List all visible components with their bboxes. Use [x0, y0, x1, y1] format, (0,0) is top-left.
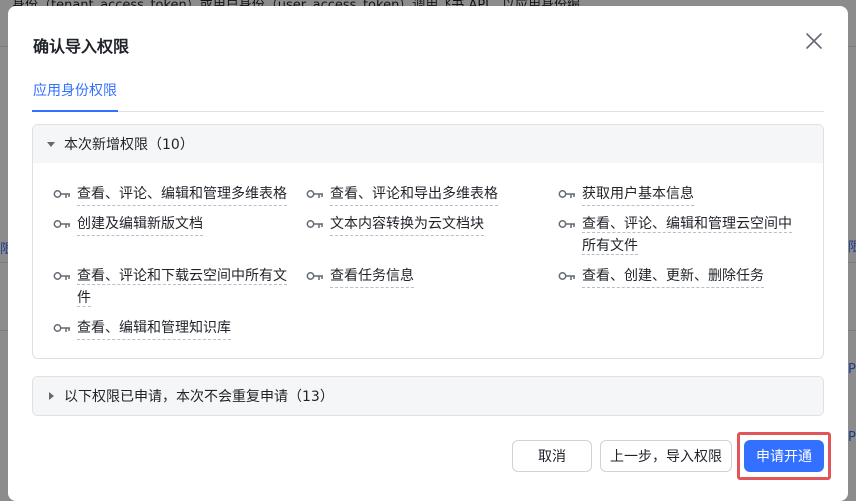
applied-permissions-header[interactable]: 以下权限已申请，本次不会重复申请（13） [33, 377, 823, 415]
permission-label: 获取用户基本信息 [582, 183, 694, 206]
permission-label: 创建及编辑新版文档 [77, 213, 203, 236]
permission-item: 查看任务信息 [306, 265, 414, 288]
permission-label-multiline: 查看、评论、编辑和管理云空间中 所有文件 [582, 213, 800, 257]
permission-label: 查看、编辑和管理知识库 [77, 317, 231, 340]
key-icon [306, 190, 323, 198]
permission-label: 文本内容转换为云文档块 [330, 213, 484, 236]
permission-label: 查看、评论、编辑和管理多维表格 [77, 183, 287, 206]
key-icon [306, 220, 323, 228]
tab-app-permissions[interactable]: 应用身份权限 [32, 80, 118, 112]
permission-item: 查看、编辑和管理知识库 [53, 317, 231, 340]
new-permissions-title: 本次新增权限（10） [64, 137, 194, 153]
dialog-title: 确认导入权限 [33, 37, 130, 56]
permission-item: 创建及编辑新版文档 [53, 213, 203, 236]
permission-label: 查看任务信息 [330, 265, 414, 288]
permission-label: 查看、评论和导出多维表格 [330, 183, 498, 206]
key-icon [53, 324, 70, 332]
key-icon [558, 272, 575, 280]
key-icon [53, 272, 70, 280]
permission-item: 查看、评论和导出多维表格 [306, 183, 498, 206]
caret-down-icon [47, 142, 55, 147]
permission-label: 查看、创建、更新、删除任务 [582, 265, 764, 288]
permission-label-line: 查看、评论、编辑和管理云空间中 [582, 216, 792, 233]
permission-label-multiline: 查看、评论和下载云空间中所有文 件 [77, 265, 295, 309]
caret-right-icon [49, 392, 54, 400]
key-icon [306, 272, 323, 280]
key-icon [53, 220, 70, 228]
previous-step-button[interactable]: 上一步，导入权限 [600, 440, 732, 472]
key-icon [53, 190, 70, 198]
applied-permissions-title: 以下权限已申请，本次不会重复申请（13） [64, 389, 334, 405]
new-permissions-header[interactable]: 本次新增权限（10） [33, 125, 823, 163]
close-button[interactable] [804, 31, 824, 51]
applied-permissions-panel: 以下权限已申请，本次不会重复申请（13） [32, 376, 824, 416]
close-icon [806, 33, 822, 49]
cancel-button[interactable]: 取消 [512, 440, 592, 472]
permission-item: 文本内容转换为云文档块 [306, 213, 484, 236]
key-icon [558, 190, 575, 198]
confirm-import-dialog: 确认导入权限 应用身份权限 本次新增权限（10） 查看、评论、编辑和管理多维表格… [8, 6, 848, 501]
permission-label-line: 件 [77, 290, 91, 307]
permission-item: 查看、评论、编辑和管理多维表格 [53, 183, 287, 206]
permission-item: 查看、评论和下载云空间中所有文 件 [53, 265, 295, 309]
tab-bar: 应用身份权限 [32, 70, 824, 112]
permission-label-line: 所有文件 [582, 238, 638, 255]
new-permissions-panel: 本次新增权限（10） 查看、评论、编辑和管理多维表格 查看、评论和导出多维表格 … [32, 124, 824, 359]
permission-item: 查看、评论、编辑和管理云空间中 所有文件 [558, 213, 800, 257]
permission-label-line: 查看、评论和下载云空间中所有文 [77, 268, 287, 285]
apply-button[interactable]: 申请开通 [744, 440, 824, 472]
permission-item: 查看、创建、更新、删除任务 [558, 265, 764, 288]
key-icon [558, 220, 575, 228]
permission-item: 获取用户基本信息 [558, 183, 694, 206]
